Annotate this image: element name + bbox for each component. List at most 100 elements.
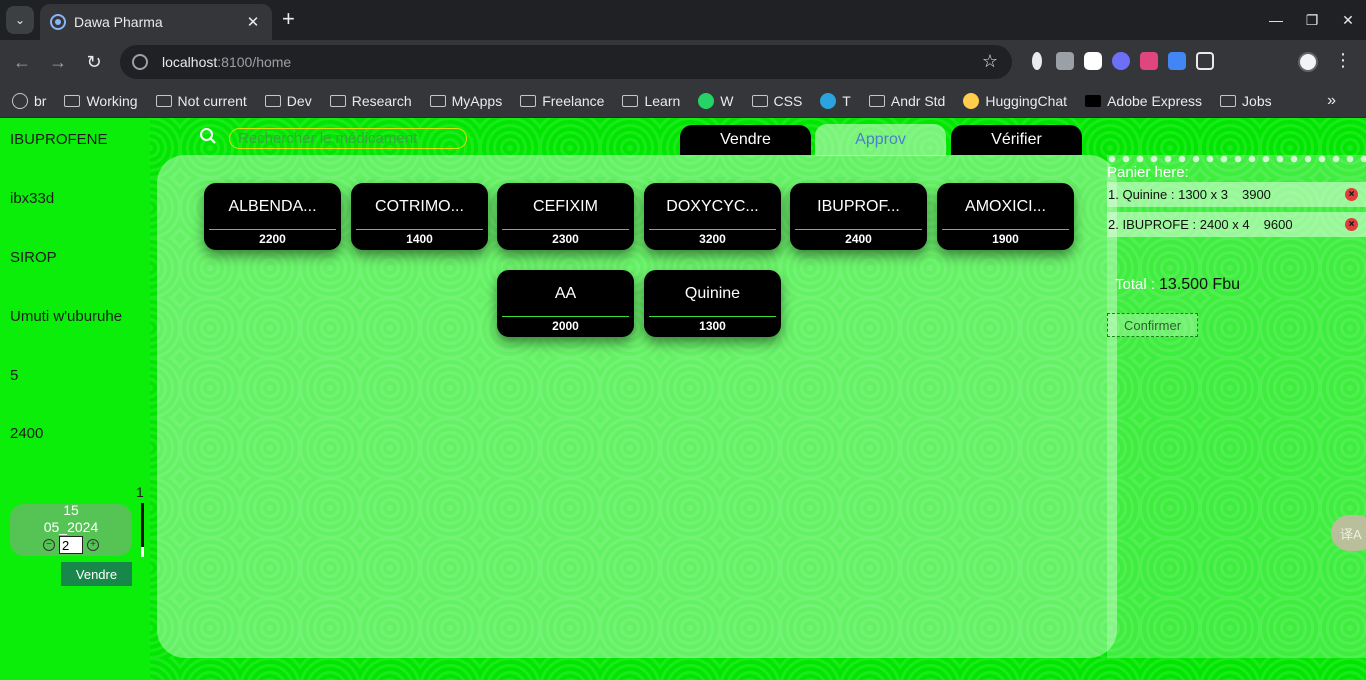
site-info-icon[interactable] (132, 54, 148, 70)
extension-gear-icon[interactable] (1112, 52, 1130, 70)
expiry-date-card: 15 05_2024 − + (10, 502, 132, 556)
product-card[interactable]: COTRIMO... 1400 (351, 183, 488, 250)
product-card[interactable]: ALBENDA... 2200 (204, 183, 341, 250)
translate-floating-icon[interactable]: 译A (1331, 515, 1366, 551)
extension-translate-google-icon[interactable] (1168, 52, 1186, 70)
product-price: 1400 (406, 232, 433, 246)
remove-item-icon[interactable]: × (1345, 218, 1358, 231)
forward-arrow-icon[interactable]: → (46, 50, 70, 74)
bookmark-myapps[interactable]: MyApps (429, 92, 503, 109)
cart-item-subtotal: 3900 (1241, 187, 1271, 202)
product-divider (209, 229, 336, 230)
huggingface-icon (963, 92, 980, 109)
bookmark-label: Jobs (1242, 92, 1272, 109)
quantity-input[interactable] (59, 536, 83, 554)
tab-title: Dawa Pharma (74, 14, 163, 30)
tab-approv[interactable]: Approv (815, 124, 946, 156)
profile-avatar[interactable] (1298, 52, 1318, 72)
reload-icon[interactable]: ↻ (82, 50, 106, 74)
bookmark-label: br (34, 92, 47, 109)
bookmark-jobs[interactable]: Jobs (1220, 93, 1272, 109)
decrement-icon[interactable]: − (43, 539, 55, 551)
folder-icon (1220, 94, 1237, 107)
folder-icon (264, 94, 281, 107)
cart-title: Panier here: (1107, 164, 1189, 181)
extensions-bar (1028, 52, 1214, 70)
product-divider (502, 229, 629, 230)
product-name: CEFIXIM (533, 198, 598, 215)
extension-glasses-icon[interactable] (1084, 52, 1102, 70)
extension-dropper-icon[interactable] (1032, 52, 1042, 70)
tab-vendre[interactable]: Vendre (680, 125, 811, 155)
sell-button[interactable]: Vendre (61, 562, 132, 586)
bookmark-label: MyApps (451, 92, 503, 109)
close-window-icon[interactable]: ✕ (1330, 0, 1366, 40)
bookmark-adobe-express[interactable]: Adobe Express (1085, 93, 1202, 109)
bookmark-css[interactable]: CSS (751, 93, 802, 109)
bookmark-dev[interactable]: Dev (264, 93, 312, 109)
extension-mail-icon[interactable] (1056, 52, 1074, 70)
bookmark-label: Not current (177, 92, 247, 109)
folder-icon (520, 94, 537, 107)
minimize-icon[interactable]: — (1258, 0, 1294, 40)
cart-total: Total : 13.500 Fbu (1115, 276, 1240, 294)
stock-level-bar (141, 503, 144, 557)
bookmark-star-icon[interactable]: ☆ (982, 51, 998, 72)
browser-toolbar: ← → ↻ localhost:8100/home ☆ ⋮ (0, 40, 1366, 84)
remove-item-icon[interactable]: × (1345, 188, 1358, 201)
bookmark-andr-std[interactable]: Andr Std (868, 92, 946, 109)
bookmark-label: Andr Std (890, 92, 946, 109)
product-name: AA (554, 285, 577, 302)
bookmarks-bar: br Working Not current Dev Research MyAp… (0, 84, 1366, 118)
bookmark-br[interactable]: br (12, 92, 47, 109)
product-price: 1900 (992, 232, 1019, 246)
bookmark-t[interactable]: T (820, 92, 851, 109)
product-card[interactable]: IBUPROF... 2400 (790, 183, 927, 250)
browser-menu-icon[interactable]: ⋮ (1334, 50, 1352, 71)
window-controls: — ❐ ✕ (1258, 0, 1366, 40)
product-card[interactable]: CEFIXIM 2300 (497, 183, 634, 250)
product-card[interactable]: Quinine 1300 (644, 270, 781, 337)
tab-verifier[interactable]: Vérifier (951, 125, 1082, 155)
cart-item: 1. Quinine : 1300 x 3 3900 × (1107, 182, 1366, 207)
tab-search-chevron-icon[interactable]: ⌄ (6, 6, 34, 34)
product-divider (502, 316, 629, 317)
browser-tab[interactable]: Dawa Pharma ✕ (40, 4, 272, 40)
expiry-day: 15 (63, 502, 79, 518)
app-viewport: IBUPROFENE ibx33d SIROP Umuti w'uburuhe … (0, 118, 1366, 680)
telegram-icon (820, 92, 837, 109)
bookmark-learn[interactable]: Learn (622, 93, 680, 109)
bookmark-label: Learn (644, 92, 681, 109)
bookmark-w[interactable]: W (698, 92, 734, 109)
new-tab-plus-icon[interactable]: + (282, 8, 295, 30)
detail-form: SIROP (10, 249, 57, 266)
search-icon[interactable] (199, 127, 217, 145)
globe-icon (12, 92, 28, 109)
bookmark-label: W (720, 92, 734, 109)
extension-translate-pink-icon[interactable] (1140, 52, 1158, 70)
bookmark-label: T (842, 92, 851, 109)
bookmark-not-current[interactable]: Not current (155, 92, 247, 109)
extensions-puzzle-icon[interactable] (1196, 52, 1214, 70)
confirm-button[interactable]: Confirmer (1107, 313, 1198, 337)
cart-item-description: 1. Quinine : 1300 x 3 (1108, 187, 1228, 202)
bookmark-research[interactable]: Research (329, 93, 412, 109)
url-path: :8100/home (217, 54, 292, 70)
bookmark-huggingchat[interactable]: HuggingChat (963, 92, 1067, 109)
product-card[interactable]: DOXYCYC... 3200 (644, 183, 781, 250)
bookmarks-overflow-icon[interactable]: » (1327, 92, 1336, 110)
bookmark-freelance[interactable]: Freelance (520, 93, 604, 109)
address-bar[interactable]: localhost:8100/home ☆ (120, 45, 1012, 79)
product-price: 2200 (259, 232, 286, 246)
bookmark-working[interactable]: Working (64, 93, 138, 109)
search-input[interactable] (229, 128, 467, 149)
product-name: DOXYCYC... (666, 198, 759, 215)
increment-icon[interactable]: + (87, 539, 99, 551)
product-card[interactable]: AMOXICI... 1900 (937, 183, 1074, 250)
bookmark-label: Freelance (542, 92, 605, 109)
restore-icon[interactable]: ❐ (1294, 0, 1330, 40)
back-arrow-icon[interactable]: ← (10, 50, 34, 74)
tab-close-icon[interactable]: ✕ (244, 13, 262, 31)
product-name: Quinine (684, 285, 741, 302)
product-card[interactable]: AA 2000 (497, 270, 634, 337)
